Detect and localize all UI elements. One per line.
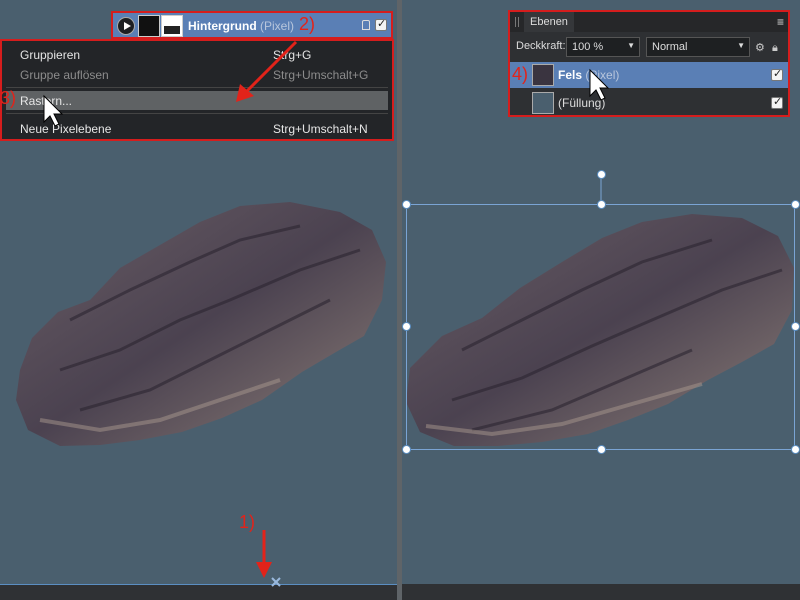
anchor-icon — [271, 577, 281, 587]
annotation-step-4: 4) — [512, 64, 529, 84]
annotation-step-2: 2) — [299, 14, 316, 34]
cursor-icon — [589, 68, 610, 101]
annotation-step-3: 3) — [0, 88, 17, 108]
annotation-step-1: 1) — [239, 512, 256, 532]
arrow-icon — [256, 530, 272, 578]
cursor-icon — [43, 94, 64, 127]
arrow-icon — [236, 40, 298, 102]
annotation-overlay — [43, 40, 610, 587]
